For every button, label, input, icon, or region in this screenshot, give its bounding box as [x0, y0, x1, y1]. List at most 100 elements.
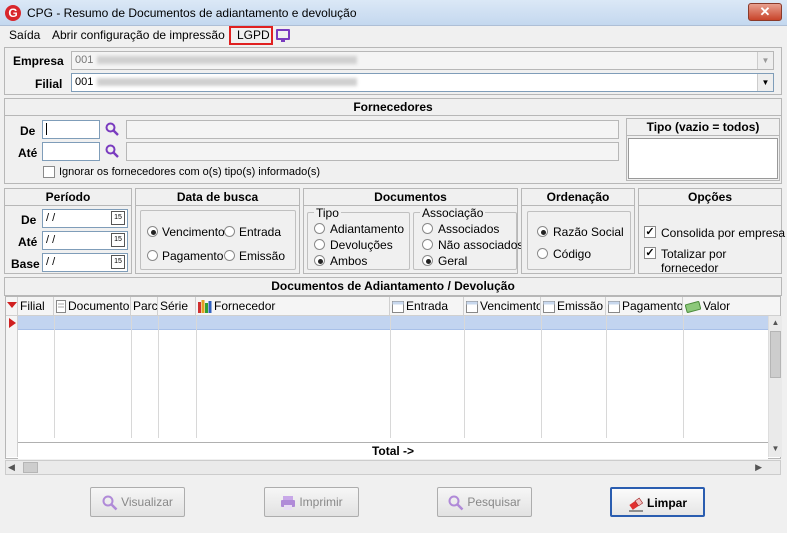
ordenacao-group — [527, 211, 631, 270]
filial-name-redacted — [97, 78, 358, 87]
scroll-right-icon[interactable]: ▶ — [755, 461, 762, 474]
limpar-label: Limpar — [646, 496, 687, 510]
filial-dropdown-arrow-icon[interactable]: ▼ — [757, 74, 773, 91]
radio-vencimento[interactable] — [147, 226, 158, 237]
fornecedores-title: Fornecedores — [5, 99, 781, 116]
col-filial[interactable]: Filial — [18, 297, 54, 316]
imprimir-label: Imprimir — [299, 495, 343, 509]
associacao-group-label: Associação — [420, 206, 486, 220]
label-vencimento: Vencimento — [162, 225, 225, 239]
monitor-icon[interactable] — [276, 29, 290, 42]
grid-horizontal-scrollbar[interactable]: ◀ ▶ — [5, 460, 781, 475]
col-documento[interactable]: Documento — [54, 297, 131, 316]
scroll-up-icon[interactable]: ▲ — [769, 316, 782, 330]
money-icon — [684, 300, 702, 313]
col-filial-label: Filial — [20, 299, 45, 313]
col-parc[interactable]: Parc — [131, 297, 158, 316]
grid-divider — [683, 316, 684, 438]
fornecedor-de-name — [126, 120, 619, 139]
radio-emissao[interactable] — [224, 250, 235, 261]
col-fornecedor[interactable]: Fornecedor — [196, 297, 390, 316]
documents-grid[interactable]: Filial Documento Parc Série Fornecedor E… — [5, 296, 782, 459]
documentos-title: Documentos — [304, 189, 517, 206]
visualizar-button[interactable]: Visualizar — [90, 487, 185, 517]
app-logo-icon: G — [5, 5, 21, 21]
periodo-base-label: Base — [11, 257, 40, 271]
empresa-combo[interactable]: 001 ▼ — [71, 51, 774, 70]
limpar-button[interactable]: Limpar — [610, 487, 705, 517]
grid-divider — [196, 316, 197, 438]
fornecedor-de-search-icon[interactable] — [105, 122, 119, 136]
radio-codigo[interactable] — [537, 248, 548, 259]
periodo-de-label: De — [21, 213, 37, 227]
calendar-icon — [466, 300, 478, 313]
radio-devolucoes[interactable] — [314, 239, 325, 250]
radio-nao-associados[interactable] — [422, 239, 433, 250]
totalizar-fornecedor-checkbox[interactable]: ✓ — [644, 247, 656, 259]
col-pagamento-label: Pagamento — [622, 299, 683, 313]
consolida-empresa-checkbox[interactable]: ✓ — [644, 226, 656, 238]
grid-divider — [390, 316, 391, 438]
filial-label: Filial — [35, 77, 63, 91]
pesquisar-button[interactable]: Pesquisar — [437, 487, 532, 517]
periodo-ate-calendar-icon[interactable]: 15 — [111, 233, 125, 247]
grid-divider — [54, 316, 55, 438]
radio-adiantamento[interactable] — [314, 223, 325, 234]
empresa-name-redacted — [97, 56, 358, 65]
radio-pagamento[interactable] — [147, 250, 158, 261]
close-button[interactable]: ✕ — [748, 3, 782, 21]
fornecedor-ate-name — [126, 142, 619, 161]
col-parc-label: Parc — [133, 299, 158, 313]
ignorar-fornecedores-checkbox[interactable] — [43, 166, 55, 178]
grid-vertical-scrollbar[interactable]: ▲ ▼ — [768, 316, 782, 457]
calendar-icon — [392, 300, 404, 313]
fornecedor-ate-search-icon[interactable] — [105, 144, 119, 158]
col-serie[interactable]: Série — [158, 297, 196, 316]
col-entrada[interactable]: Entrada — [390, 297, 464, 316]
periodo-de-calendar-icon[interactable]: 15 — [111, 211, 125, 225]
fornecedor-ate-input[interactable] — [42, 142, 100, 161]
menu-abrir-config-impressao[interactable]: Abrir configuração de impressão — [52, 28, 225, 42]
visualizar-label: Visualizar — [121, 495, 173, 509]
col-emissao[interactable]: Emissão — [541, 297, 606, 316]
col-valor[interactable]: Valor — [683, 297, 780, 316]
imprimir-button[interactable]: Imprimir — [264, 487, 359, 517]
vertical-scroll-thumb[interactable] — [770, 331, 781, 378]
label-devolucoes: Devoluções — [330, 238, 393, 252]
total-label: Total -> — [371, 444, 415, 458]
fornecedor-de-input[interactable] — [42, 120, 100, 139]
grid-divider — [131, 316, 132, 438]
radio-associados[interactable] — [422, 223, 433, 234]
periodo-title: Período — [5, 189, 131, 206]
label-geral: Geral — [438, 254, 468, 268]
col-vencimento[interactable]: Vencimento — [464, 297, 541, 316]
radio-entrada[interactable] — [224, 226, 235, 237]
col-documento-label: Documento — [68, 299, 130, 313]
col-serie-label: Série — [160, 299, 189, 313]
totalizar-fornecedor-label: Totalizar por fornecedor — [661, 247, 727, 275]
horizontal-scroll-thumb[interactable] — [23, 462, 38, 473]
filial-value: 001 — [75, 76, 94, 88]
col-pagamento[interactable]: Pagamento — [606, 297, 683, 316]
ordenacao-title: Ordenação — [522, 189, 634, 206]
data-busca-title: Data de busca — [136, 189, 299, 206]
pesquisar-label: Pesquisar — [467, 495, 521, 509]
grid-title-bar: Documentos de Adiantamento / Devolução — [4, 277, 782, 296]
label-entrada: Entrada — [239, 225, 282, 239]
radio-geral[interactable] — [422, 255, 433, 266]
fornecedor-ate-label: Até — [18, 146, 38, 160]
empresa-dropdown-arrow-icon[interactable]: ▼ — [757, 52, 773, 69]
scroll-down-icon[interactable]: ▼ — [769, 442, 782, 456]
printer-icon — [281, 495, 296, 510]
tipo-list[interactable] — [628, 138, 778, 179]
radio-ambos[interactable] — [314, 255, 325, 266]
radio-razao-social[interactable] — [537, 226, 548, 237]
consolida-empresa-label: Consolida por empresa — [661, 226, 786, 240]
periodo-base-calendar-icon[interactable]: 15 — [111, 255, 125, 269]
label-emissao: Emissão — [239, 249, 286, 263]
col-valor-label: Valor — [703, 299, 731, 313]
periodo-de-value: / / — [46, 212, 56, 224]
filial-combo[interactable]: 001 ▼ — [71, 73, 774, 92]
scroll-left-icon[interactable]: ◀ — [8, 461, 15, 474]
menu-saida[interactable]: Saída — [9, 28, 40, 42]
